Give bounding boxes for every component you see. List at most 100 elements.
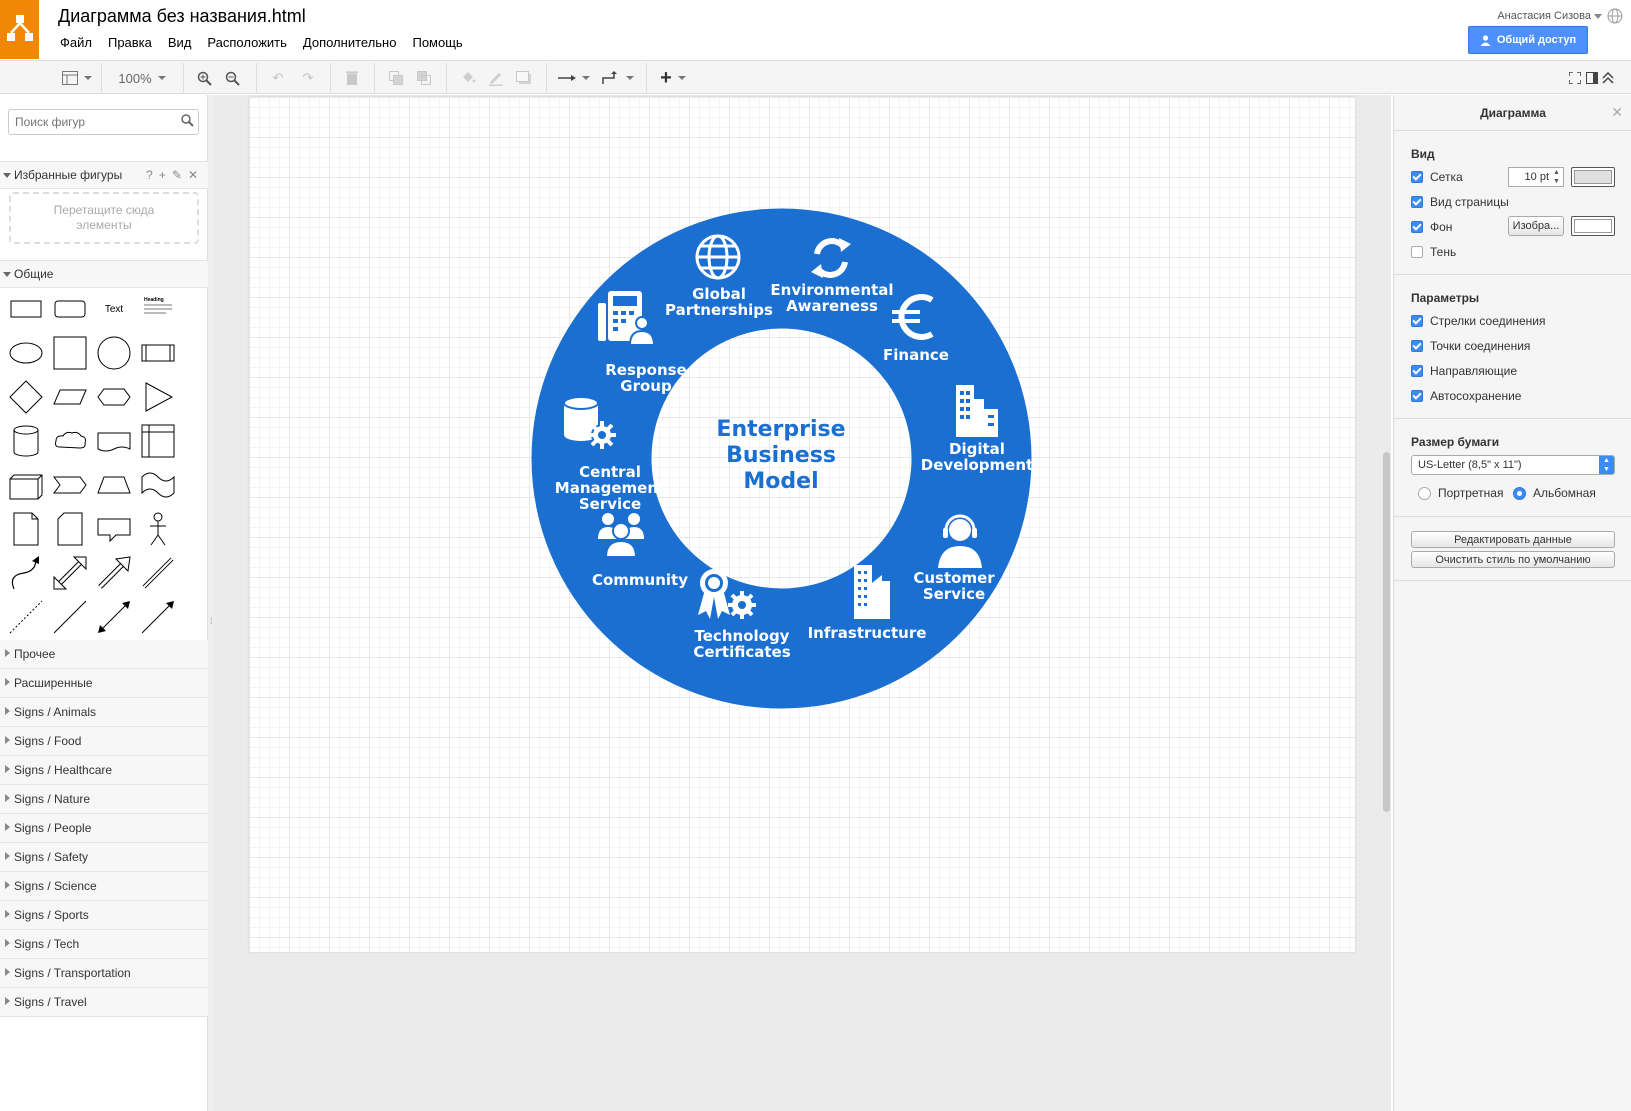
help-icon[interactable]: ? [146, 168, 153, 182]
portrait-option[interactable]: Портретная [1418, 486, 1503, 500]
shape-category[interactable]: Расширенные [0, 669, 208, 698]
enterprise-business-model-diagram[interactable]: Enterprise Business Model Global Partner… [530, 207, 1033, 710]
edit-icon[interactable]: ✎ [172, 168, 182, 182]
option-connection-arrows[interactable]: Стрелки соединения [1411, 314, 1545, 328]
grid-color-swatch[interactable] [1571, 167, 1615, 187]
zoom-in-button[interactable] [192, 67, 216, 89]
favorites-section-header[interactable]: Избранные фигуры ? + ✎ ✕ [0, 161, 208, 189]
background-checkbox[interactable] [1411, 221, 1423, 233]
add-icon[interactable]: + [159, 168, 166, 182]
shape-category[interactable]: Signs / Transportation [0, 959, 208, 988]
redo-button[interactable]: ↷ [296, 67, 320, 89]
edit-data-button[interactable]: Редактировать данные [1411, 531, 1615, 548]
shape-curve-arrow[interactable] [6, 553, 46, 593]
shape-ellipse[interactable] [6, 333, 46, 373]
shape-category[interactable]: Signs / Animals [0, 698, 208, 727]
shape-hexagon[interactable] [94, 377, 134, 417]
shape-card[interactable] [50, 509, 90, 549]
shape-cloud[interactable] [50, 421, 90, 461]
menu-file[interactable]: Файл [60, 35, 92, 50]
option-guides[interactable]: Направляющие [1411, 364, 1517, 378]
chevron-down-icon[interactable] [1594, 14, 1602, 19]
shape-category[interactable]: Signs / Nature [0, 785, 208, 814]
search-icon[interactable] [181, 114, 194, 127]
clear-default-style-button[interactable]: Очистить стиль по умолчанию [1411, 551, 1615, 568]
shape-diamond[interactable] [6, 377, 46, 417]
zoom-out-button[interactable] [220, 67, 244, 89]
shadow-option[interactable]: Тень [1411, 245, 1456, 259]
shape-circle[interactable] [94, 333, 134, 373]
shape-block-arrow[interactable] [94, 553, 134, 593]
waypoints-button[interactable] [600, 67, 636, 89]
menu-edit[interactable]: Правка [108, 35, 152, 50]
background-option[interactable]: Фон [1411, 220, 1452, 234]
delete-button[interactable] [340, 67, 364, 89]
grid-option[interactable]: Сетка [1411, 170, 1463, 184]
shape-internal-storage[interactable] [138, 421, 178, 461]
document-title[interactable]: Диаграмма без названия.html [58, 6, 306, 27]
splitter-grip-icon[interactable]: ⁞ [210, 616, 213, 626]
shape-rounded-rectangle[interactable] [50, 289, 90, 329]
connection-points-checkbox[interactable] [1411, 340, 1423, 352]
landscape-option[interactable]: Альбомная [1513, 486, 1596, 500]
shape-cube[interactable] [6, 465, 46, 505]
shape-category[interactable]: Signs / People [0, 814, 208, 843]
fill-color-button[interactable] [456, 67, 480, 89]
shape-link[interactable] [138, 553, 178, 593]
favorites-drop-zone[interactable]: Перетащите сюда элементы [9, 192, 199, 244]
autosave-checkbox[interactable] [1411, 390, 1423, 402]
to-back-button[interactable] [412, 67, 436, 89]
connection-style-button[interactable] [556, 67, 592, 89]
undo-button[interactable]: ↶ [266, 67, 290, 89]
page-view-option[interactable]: Вид страницы [1411, 195, 1509, 209]
shape-step[interactable] [50, 465, 90, 505]
general-section-header[interactable]: Общие [0, 260, 208, 288]
shape-double-arrow-line[interactable] [94, 597, 134, 637]
shape-rectangle[interactable] [6, 289, 46, 329]
menu-help[interactable]: Помощь [412, 35, 462, 50]
shape-square[interactable] [50, 333, 90, 373]
paper-size-select[interactable]: US-Letter (8,5" x 11") ▲ ▼ [1411, 455, 1615, 475]
shadow-button[interactable] [512, 67, 536, 89]
shape-actor[interactable] [138, 509, 178, 549]
shape-category[interactable]: Signs / Travel [0, 988, 208, 1017]
user-name[interactable]: Анастасия Сизова [1497, 10, 1591, 22]
shape-category[interactable]: Signs / Healthcare [0, 756, 208, 785]
line-color-button[interactable] [484, 67, 508, 89]
shape-dashed-line[interactable] [6, 597, 46, 637]
menu-view[interactable]: Вид [168, 35, 192, 50]
format-panel-toggle-button[interactable] [60, 67, 94, 89]
zoom-select[interactable]: 100% [112, 67, 172, 89]
landscape-radio[interactable] [1513, 486, 1526, 500]
shape-category[interactable]: Прочее [0, 640, 208, 669]
shape-bidirectional-arrow[interactable] [50, 553, 90, 593]
guides-checkbox[interactable] [1411, 365, 1423, 377]
close-icon[interactable]: ✕ [1611, 104, 1623, 121]
menu-arrange[interactable]: Расположить [207, 35, 286, 50]
fullscreen-button[interactable] [1566, 67, 1584, 89]
page-view-checkbox[interactable] [1411, 196, 1423, 208]
close-icon[interactable]: ✕ [188, 168, 198, 182]
shape-cylinder[interactable] [6, 421, 46, 461]
shape-tape[interactable] [138, 465, 178, 505]
shape-document[interactable] [94, 421, 134, 461]
insert-button[interactable]: + [656, 67, 690, 89]
shape-triangle[interactable] [138, 377, 178, 417]
shape-category[interactable]: Signs / Safety [0, 843, 208, 872]
grid-size-stepper[interactable]: ▲ ▼ [1553, 168, 1560, 186]
app-logo[interactable] [0, 0, 39, 59]
background-color-swatch[interactable] [1571, 216, 1615, 236]
shape-text[interactable]: Text [94, 289, 134, 329]
background-image-button[interactable]: Изобра... [1508, 216, 1564, 236]
shape-heading-textbox[interactable]: Heading [138, 289, 178, 329]
shape-category[interactable]: Signs / Tech [0, 930, 208, 959]
to-front-button[interactable] [384, 67, 408, 89]
share-button[interactable]: Общий доступ [1468, 26, 1588, 54]
vertical-scrollbar[interactable] [1383, 452, 1390, 812]
shape-line[interactable] [50, 597, 90, 637]
globe-icon[interactable] [1607, 8, 1623, 24]
shape-parallelogram[interactable] [50, 377, 90, 417]
shape-arrow-line[interactable] [138, 597, 178, 637]
connection-arrows-checkbox[interactable] [1411, 315, 1423, 327]
shadow-checkbox[interactable] [1411, 246, 1423, 258]
